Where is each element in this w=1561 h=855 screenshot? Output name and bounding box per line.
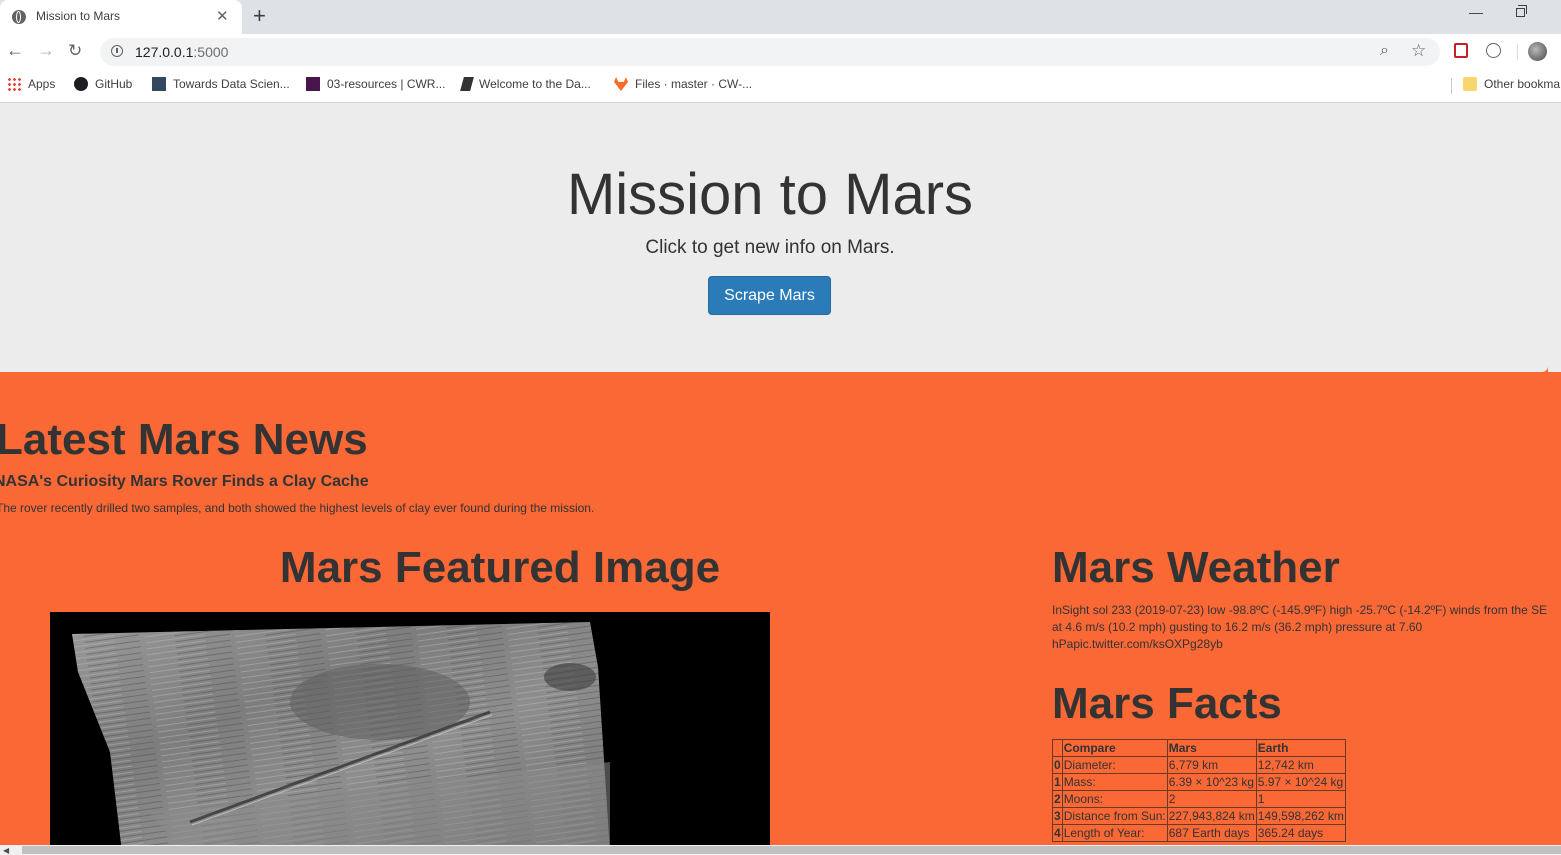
table-cell: 12,742 km	[1255, 756, 1346, 774]
table-cell: Length of Year:	[1061, 824, 1168, 842]
github-icon	[74, 77, 88, 91]
facts-heading: Mars Facts	[1052, 679, 1282, 728]
slack-icon	[306, 77, 320, 91]
extension-icon[interactable]	[1486, 43, 1501, 58]
page-content: Mission to Mars Click to get new info on…	[0, 103, 1561, 845]
table-row: 1 Mass: 6.39 × 10^23 kg 5.97 × 10^24 kg	[1052, 773, 1346, 791]
table-cell: Moons:	[1061, 790, 1168, 808]
table-cell: Mass:	[1061, 773, 1168, 791]
table-row: 3 Distance from Sun: 227,943,824 km 149,…	[1052, 807, 1346, 825]
restore-icon[interactable]	[1516, 5, 1527, 17]
globe-icon	[12, 10, 26, 24]
table-cell: 5.97 × 10^24 kg	[1255, 773, 1346, 791]
row-index: 0	[1052, 756, 1063, 774]
forward-icon[interactable]: →	[37, 40, 55, 61]
close-icon[interactable]: ✕	[216, 7, 229, 25]
url-text[interactable]: 127.0.0.1:5000	[135, 44, 228, 60]
table-header-row: Compare Mars Earth	[1052, 739, 1346, 757]
toolbar-divider	[1517, 44, 1518, 60]
book-icon	[460, 77, 474, 91]
weather-heading: Mars Weather	[1052, 543, 1340, 592]
table-cell: Distance from Sun:	[1061, 807, 1168, 825]
table-cell: 6,779 km	[1166, 756, 1257, 774]
jumbotron: Mission to Mars Click to get new info on…	[0, 103, 1548, 372]
bookmark-files[interactable]: Files · master · CW-...	[614, 77, 752, 91]
bookmark-welcome[interactable]: Welcome to the Da...	[460, 77, 591, 91]
bookmark-apps[interactable]: Apps	[7, 77, 55, 91]
mars-surface-image	[72, 622, 610, 845]
table-cell: 149,598,262 km	[1255, 807, 1346, 825]
news-heading: Latest Mars News	[0, 415, 368, 464]
towards-data-science-icon	[152, 77, 166, 91]
table-cell: 365.24 days	[1255, 824, 1346, 842]
featured-image	[50, 612, 770, 845]
avatar[interactable]	[1528, 42, 1547, 61]
vertical-scrollbar-track[interactable]	[1548, 103, 1561, 372]
browser-tab[interactable]: Mission to Mars ✕	[0, 0, 242, 34]
bookmark-github[interactable]: GitHub	[74, 77, 132, 91]
news-title: NASA's Curiosity Mars Rover Finds a Clay…	[0, 473, 369, 490]
folder-icon	[1463, 77, 1477, 91]
table-cell: Diameter:	[1061, 756, 1168, 774]
page-title: Mission to Mars	[566, 162, 974, 227]
star-icon[interactable]: ☆	[1411, 41, 1426, 61]
row-index: 4	[1052, 824, 1063, 842]
column-header: Mars	[1166, 739, 1257, 757]
horizontal-scrollbar[interactable]: ◀	[0, 845, 1561, 855]
tab-title: Mission to Mars	[36, 9, 121, 23]
featured-image-heading: Mars Featured Image	[279, 543, 721, 592]
zoom-icon[interactable]: ⌕	[1380, 42, 1389, 60]
back-icon[interactable]: ←	[6, 40, 24, 61]
info-icon[interactable]	[111, 45, 123, 57]
table-cell: 227,943,824 km	[1166, 807, 1257, 825]
bookmarks-bar: Apps GitHub Towards Data Scien... 03-res…	[0, 70, 1561, 103]
row-index: 2	[1052, 790, 1063, 808]
table-cell: 687 Earth days	[1166, 824, 1257, 842]
bookmarks-divider	[1451, 78, 1452, 94]
news-teaser: The rover recently drilled two samples, …	[0, 501, 595, 515]
weather-text: InSight sol 233 (2019-07-23) low -98.8ºC…	[1052, 603, 1548, 651]
plus-icon[interactable]: +	[253, 3, 266, 29]
row-index: 1	[1052, 773, 1063, 791]
page-subtitle: Click to get new info on Mars.	[645, 237, 895, 258]
column-header: Earth	[1255, 739, 1346, 757]
navigation-bar: ← → ↻ 127.0.0.1:5000 ⌕ ☆	[0, 34, 1561, 70]
table-cell: 6.39 × 10^23 kg	[1166, 773, 1257, 791]
bookmark-other[interactable]: Other bookma	[1463, 77, 1560, 91]
apps-grid-icon	[7, 77, 21, 91]
gitlab-icon	[614, 77, 628, 91]
scrape-mars-button[interactable]: Scrape Mars	[708, 276, 831, 315]
tab-strip: Mission to Mars ✕ + —	[0, 0, 1561, 34]
table-cell: 1	[1255, 790, 1346, 808]
table-row: 4 Length of Year: 687 Earth days 365.24 …	[1052, 824, 1346, 842]
row-index: 3	[1052, 807, 1063, 825]
bookmark-towards-data-science[interactable]: Towards Data Scien...	[152, 77, 290, 91]
table-row: 2 Moons: 2 1	[1052, 790, 1346, 808]
address-bar[interactable]: 127.0.0.1:5000 ⌕ ☆	[100, 38, 1440, 66]
extension-icon[interactable]	[1454, 43, 1468, 58]
reload-icon[interactable]: ↻	[68, 41, 82, 61]
table-cell: 2	[1166, 790, 1257, 808]
scroll-left-icon[interactable]: ◀	[3, 846, 9, 855]
minimize-icon[interactable]: —	[1469, 4, 1483, 20]
table-row: 0 Diameter: 6,779 km 12,742 km	[1052, 756, 1346, 774]
column-header	[1052, 739, 1063, 757]
facts-table: Compare Mars Earth 0 Diameter: 6,779 km …	[1052, 739, 1346, 842]
bookmark-resources[interactable]: 03-resources | CWR...	[306, 77, 445, 91]
scrollbar-thumb[interactable]	[22, 846, 1561, 854]
column-header: Compare	[1061, 739, 1168, 757]
